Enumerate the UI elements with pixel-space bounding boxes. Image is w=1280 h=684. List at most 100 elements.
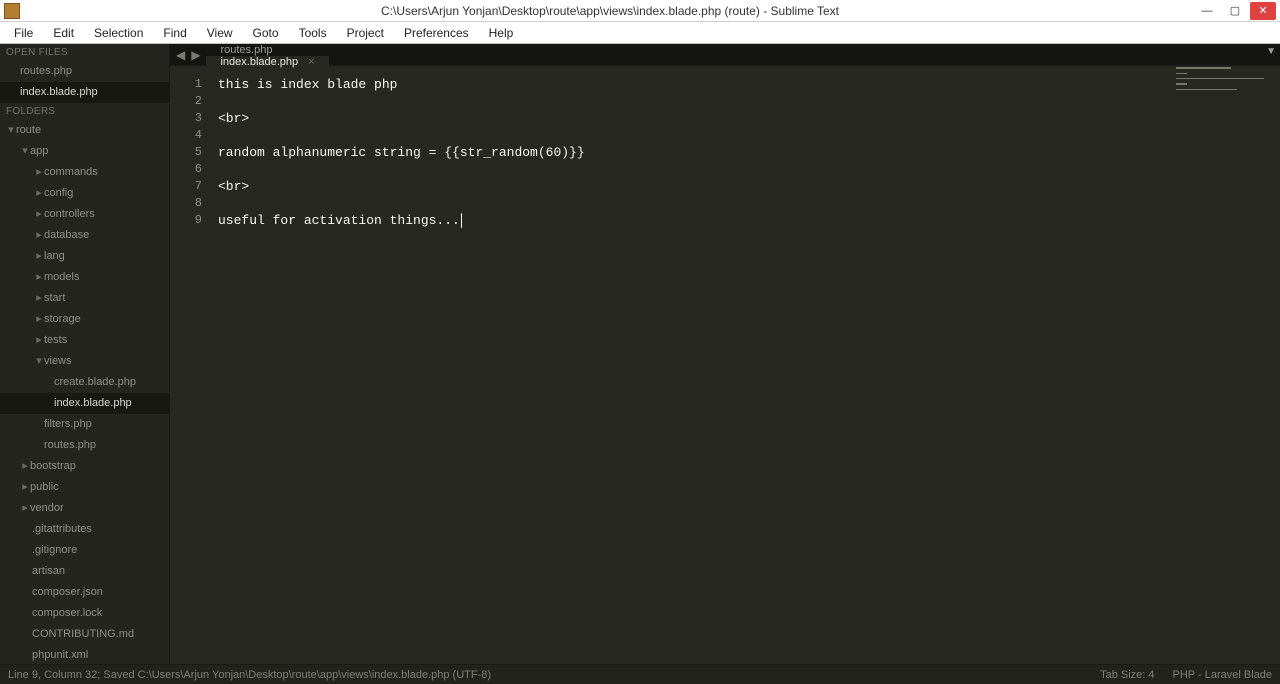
code-editor[interactable]: 123456789 this is index blade php<br>ran… — [170, 66, 1280, 664]
tree-item-label: config — [44, 187, 73, 199]
nav-back-icon[interactable]: ◀ — [176, 48, 185, 62]
code-line[interactable] — [218, 93, 1280, 110]
tree-item-index-blade-php[interactable]: index.blade.php — [0, 393, 169, 414]
status-bar: Line 9, Column 32; Saved C:\Users\Arjun … — [0, 664, 1280, 684]
tree-item-label: artisan — [32, 565, 65, 577]
code-line[interactable]: this is index blade php — [218, 76, 1280, 93]
line-number: 2 — [170, 93, 202, 110]
tree-item-database[interactable]: ▸database — [0, 225, 169, 246]
line-number: 6 — [170, 161, 202, 178]
menu-find[interactable]: Find — [153, 24, 196, 42]
disclosure-arrow-icon[interactable]: ▾ — [34, 353, 44, 370]
tree-item-route[interactable]: ▾route — [0, 120, 169, 141]
tree-item-commands[interactable]: ▸commands — [0, 162, 169, 183]
code-line[interactable] — [218, 127, 1280, 144]
menu-goto[interactable]: Goto — [243, 24, 289, 42]
disclosure-arrow-icon[interactable]: ▸ — [34, 332, 44, 349]
tree-item-public[interactable]: ▸public — [0, 477, 169, 498]
tree-item-label: commands — [44, 166, 98, 178]
tree-item-filters-php[interactable]: filters.php — [0, 414, 169, 435]
code-line[interactable]: <br> — [218, 110, 1280, 127]
maximize-button[interactable]: ▢ — [1222, 2, 1248, 20]
tree-item-views[interactable]: ▾views — [0, 351, 169, 372]
disclosure-arrow-icon[interactable]: ▸ — [34, 311, 44, 328]
tree-item-vendor[interactable]: ▸vendor — [0, 498, 169, 519]
menu-project[interactable]: Project — [337, 24, 394, 42]
tree-item-config[interactable]: ▸config — [0, 183, 169, 204]
minimize-button[interactable]: — — [1194, 2, 1220, 20]
open-file-index-blade-php[interactable]: index.blade.php — [0, 82, 169, 103]
disclosure-arrow-icon[interactable]: ▾ — [20, 143, 30, 160]
code-line[interactable] — [218, 161, 1280, 178]
tree-item-create-blade-php[interactable]: create.blade.php — [0, 372, 169, 393]
tab-label: routes.php — [220, 44, 272, 56]
tree-item-start[interactable]: ▸start — [0, 288, 169, 309]
menu-edit[interactable]: Edit — [43, 24, 84, 42]
tab-routes-php[interactable]: routes.php — [206, 44, 328, 56]
status-syntax[interactable]: PHP - Laravel Blade — [1173, 669, 1272, 681]
tree-item-models[interactable]: ▸models — [0, 267, 169, 288]
tree-item-controllers[interactable]: ▸controllers — [0, 204, 169, 225]
tree-item-composer-json[interactable]: composer.json — [0, 582, 169, 603]
status-tab-size[interactable]: Tab Size: 4 — [1100, 669, 1154, 681]
code-line[interactable]: <br> — [218, 178, 1280, 195]
menu-help[interactable]: Help — [479, 24, 524, 42]
close-button[interactable]: ✕ — [1250, 2, 1276, 20]
menu-view[interactable]: View — [197, 24, 243, 42]
tree-item-bootstrap[interactable]: ▸bootstrap — [0, 456, 169, 477]
disclosure-arrow-icon[interactable]: ▸ — [20, 479, 30, 496]
tree-item-label: start — [44, 292, 65, 304]
title-bar: C:\Users\Arjun Yonjan\Desktop\route\app\… — [0, 0, 1280, 22]
sidebar: OPEN FILES routes.phpindex.blade.php FOL… — [0, 44, 170, 664]
disclosure-arrow-icon[interactable]: ▸ — [20, 500, 30, 517]
tree-item-label: phpunit.xml — [32, 649, 88, 661]
editor-area: ◀ ▶ routes.phpindex.blade.php× ▼ 1234567… — [170, 44, 1280, 664]
disclosure-arrow-icon[interactable]: ▾ — [6, 122, 16, 139]
tree-item-label: public — [30, 481, 59, 493]
disclosure-arrow-icon[interactable]: ▸ — [34, 269, 44, 286]
tree-item-CONTRIBUTING-md[interactable]: CONTRIBUTING.md — [0, 624, 169, 645]
tree-item-app[interactable]: ▾app — [0, 141, 169, 162]
tab-bar: ◀ ▶ routes.phpindex.blade.php× ▼ — [170, 44, 1280, 66]
tree-item-label: storage — [44, 313, 81, 325]
window-controls: — ▢ ✕ — [1192, 2, 1276, 20]
menu-tools[interactable]: Tools — [289, 24, 337, 42]
disclosure-arrow-icon[interactable]: ▸ — [34, 248, 44, 265]
code-line[interactable] — [218, 195, 1280, 212]
tree-item-routes-php[interactable]: routes.php — [0, 435, 169, 456]
tab-dropdown-icon[interactable]: ▼ — [1266, 46, 1276, 57]
code-line[interactable]: random alphanumeric string = {{str_rando… — [218, 144, 1280, 161]
tree-item-label: vendor — [30, 502, 64, 514]
tab-nav-arrows: ◀ ▶ — [170, 44, 206, 65]
disclosure-arrow-icon[interactable]: ▸ — [20, 458, 30, 475]
disclosure-arrow-icon[interactable]: ▸ — [34, 290, 44, 307]
code-content[interactable]: this is index blade php <br> random alphan… — [212, 66, 1280, 664]
tree-item-label: tests — [44, 334, 67, 346]
tree-item-label: .gitattributes — [32, 523, 92, 535]
tree-item-label: route — [16, 124, 41, 136]
line-number: 5 — [170, 144, 202, 161]
tree-item-lang[interactable]: ▸lang — [0, 246, 169, 267]
disclosure-arrow-icon[interactable]: ▸ — [34, 164, 44, 181]
tree-item--gitattributes[interactable]: .gitattributes — [0, 519, 169, 540]
tree-item-storage[interactable]: ▸storage — [0, 309, 169, 330]
tree-item-tests[interactable]: ▸tests — [0, 330, 169, 351]
menu-file[interactable]: File — [4, 24, 43, 42]
tree-item-phpunit-xml[interactable]: phpunit.xml — [0, 645, 169, 664]
menu-selection[interactable]: Selection — [84, 24, 153, 42]
open-files-header: OPEN FILES — [0, 44, 169, 61]
disclosure-arrow-icon[interactable]: ▸ — [34, 227, 44, 244]
line-number: 8 — [170, 195, 202, 212]
tree-item--gitignore[interactable]: .gitignore — [0, 540, 169, 561]
nav-forward-icon[interactable]: ▶ — [191, 48, 200, 62]
tree-item-artisan[interactable]: artisan — [0, 561, 169, 582]
disclosure-arrow-icon[interactable]: ▸ — [34, 185, 44, 202]
open-file-routes-php[interactable]: routes.php — [0, 61, 169, 82]
minimap[interactable] — [1170, 66, 1280, 156]
menu-preferences[interactable]: Preferences — [394, 24, 479, 42]
code-line[interactable]: useful for activation things... — [218, 212, 1280, 229]
window-title: C:\Users\Arjun Yonjan\Desktop\route\app\… — [28, 4, 1192, 18]
disclosure-arrow-icon[interactable]: ▸ — [34, 206, 44, 223]
tree-item-label: lang — [44, 250, 65, 262]
tree-item-composer-lock[interactable]: composer.lock — [0, 603, 169, 624]
